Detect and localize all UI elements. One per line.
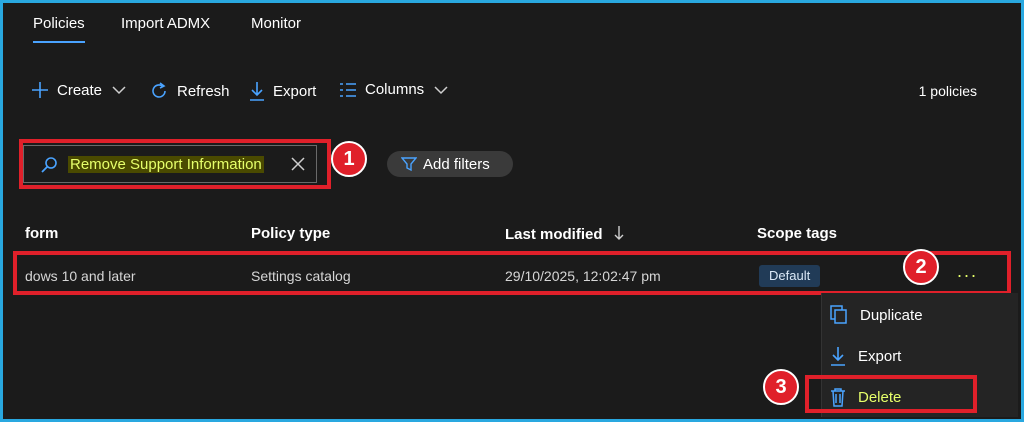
highlight-box-row	[13, 251, 1011, 295]
filter-icon	[401, 157, 417, 172]
tab-bar: Policies Import ADMX Monitor	[3, 3, 1021, 51]
step-badge-1: 1	[331, 141, 367, 177]
create-button[interactable]: Create	[31, 81, 126, 99]
menu-item-export[interactable]: Export	[830, 346, 901, 366]
toolbar: Create Refresh Export Columns	[3, 81, 1021, 105]
plus-icon	[32, 82, 48, 98]
refresh-button[interactable]: Refresh	[149, 81, 230, 101]
download-icon	[831, 347, 845, 366]
menu-item-duplicate[interactable]: Duplicate	[830, 305, 923, 325]
add-filters-button[interactable]: Add filters	[387, 151, 513, 177]
create-label: Create	[57, 81, 103, 99]
tab-policies[interactable]: Policies	[33, 15, 85, 43]
chevron-down-icon	[434, 85, 448, 94]
tab-monitor[interactable]: Monitor	[251, 15, 301, 32]
sort-down-icon	[614, 226, 624, 240]
step-badge-3: 3	[763, 369, 799, 405]
columns-icon	[340, 82, 356, 97]
last-modified-label: Last modified	[505, 226, 603, 243]
policy-count: 1 policies	[918, 83, 977, 99]
tab-import-admx[interactable]: Import ADMX	[121, 15, 210, 32]
export-menu-label: Export	[858, 347, 902, 365]
duplicate-icon	[830, 305, 847, 324]
screenshot-frame: Policies Import ADMX Monitor Create Refr…	[0, 0, 1024, 422]
download-icon	[250, 82, 264, 101]
highlight-box-delete	[805, 375, 977, 413]
column-header-policy-type[interactable]: Policy type	[251, 225, 330, 242]
column-header-scope-tags[interactable]: Scope tags	[757, 225, 837, 242]
refresh-label: Refresh	[177, 82, 230, 100]
columns-button[interactable]: Columns	[339, 81, 448, 98]
duplicate-label: Duplicate	[860, 306, 923, 324]
refresh-icon	[152, 82, 166, 98]
export-button[interactable]: Export	[249, 81, 316, 101]
column-header-platform[interactable]: form	[25, 225, 58, 242]
add-filters-label: Add filters	[423, 155, 490, 173]
columns-label: Columns	[365, 81, 425, 98]
column-header-last-modified[interactable]: Last modified	[505, 225, 625, 243]
export-label: Export	[273, 82, 317, 100]
highlight-box-search	[19, 139, 331, 189]
step-badge-2: 2	[903, 249, 939, 285]
chevron-down-icon	[112, 86, 126, 95]
